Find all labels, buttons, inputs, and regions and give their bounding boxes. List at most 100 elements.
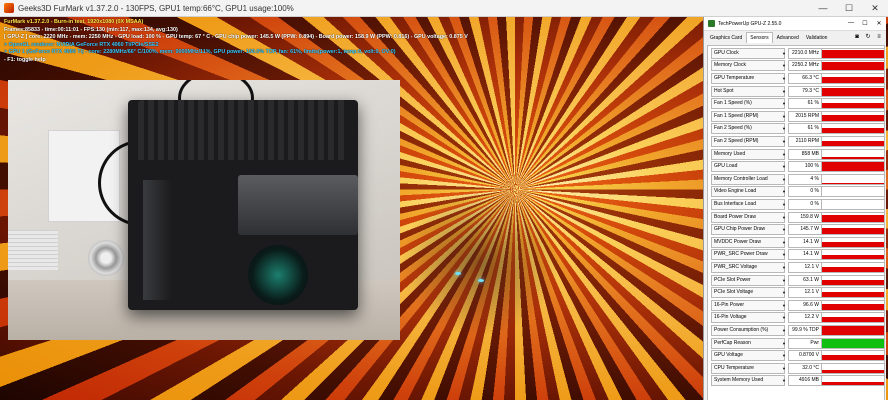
- sensor-label: Fan 1 Speed (%): [711, 98, 785, 110]
- sensor-value: 61 %: [788, 98, 822, 110]
- sensor-value: 96.6 W: [788, 299, 822, 311]
- sensor-value: 100 %: [788, 161, 822, 173]
- gpuz-close-button[interactable]: ✕: [872, 20, 886, 27]
- sensor-value: 61 %: [788, 123, 822, 135]
- menu-icon[interactable]: ≡: [875, 34, 883, 41]
- refresh-icon[interactable]: ↻: [864, 34, 872, 41]
- sensor-label: Hot Spot: [711, 85, 785, 97]
- tab-graphics-card[interactable]: Graphics Card: [707, 33, 745, 43]
- aio-pump-head: [248, 245, 308, 305]
- gpuz-window: TechPowerUp GPU-Z 2.55.0 — ☐ ✕ Graphics …: [703, 17, 886, 400]
- chevron-down-icon[interactable]: ▼: [782, 225, 786, 234]
- sensor-label: GPU Chip Power Draw: [711, 224, 785, 236]
- chevron-down-icon[interactable]: ▼: [782, 49, 786, 58]
- osd-line: > GPU 1 (GeForce RTX 4060 Ti) - core: 22…: [4, 49, 396, 56]
- sensor-value: 2015 RPM: [788, 110, 822, 122]
- case-top-grille: [138, 100, 348, 160]
- sensor-graph: [821, 350, 885, 362]
- chevron-down-icon[interactable]: ▼: [782, 213, 786, 222]
- sensor-graph: [821, 173, 885, 185]
- sensor-graph-fill: [822, 354, 884, 361]
- sensor-graph-fill: [822, 88, 884, 96]
- chevron-down-icon[interactable]: ▼: [782, 175, 786, 184]
- camera-icon[interactable]: ◙: [853, 34, 861, 41]
- minimize-button[interactable]: —: [810, 0, 836, 16]
- maximize-button[interactable]: ☐: [836, 0, 862, 16]
- sensor-label: CPU Temperature: [711, 362, 785, 374]
- gpuz-minimize-button[interactable]: —: [844, 20, 858, 27]
- sensor-value: 99.9 % TDP: [788, 324, 822, 336]
- sensor-label: PCIe Slot Voltage: [711, 287, 785, 299]
- chevron-down-icon[interactable]: ▼: [782, 137, 786, 146]
- sensor-row: PWR_SRC Power Draw ▼ 14.1 W: [708, 249, 885, 262]
- creature-eye: [478, 279, 484, 282]
- sensor-graph-fill: [822, 242, 884, 247]
- chevron-down-icon[interactable]: ▼: [782, 124, 786, 133]
- sensor-graph: [821, 324, 885, 336]
- sensor-graph-fill: [822, 317, 884, 323]
- sensor-row: Memory Clock ▼ 2250.2 MHz: [708, 60, 885, 73]
- chevron-down-icon[interactable]: ▼: [782, 313, 786, 322]
- sensor-row: Power Consumption (%) ▼ 99.9 % TDP: [708, 324, 885, 337]
- sensor-graph: [821, 98, 885, 110]
- chevron-down-icon[interactable]: ▼: [782, 326, 786, 335]
- window-controls: — ☐ ✕: [810, 0, 888, 16]
- sensor-graph-fill: [822, 102, 884, 109]
- chevron-down-icon[interactable]: ▼: [782, 351, 786, 360]
- sensor-graph: [821, 236, 885, 248]
- chevron-down-icon[interactable]: ▼: [782, 301, 786, 310]
- gpuz-maximize-button[interactable]: ☐: [858, 20, 872, 27]
- chevron-down-icon[interactable]: ▼: [782, 238, 786, 247]
- sensor-value: 2250.2 MHz: [788, 60, 822, 72]
- chevron-down-icon[interactable]: ▼: [782, 150, 786, 159]
- sensor-label: System Memory Used: [711, 375, 785, 387]
- chevron-down-icon[interactable]: ▼: [782, 376, 786, 385]
- sensor-value: 12.1 V: [788, 261, 822, 273]
- close-button[interactable]: ✕: [862, 0, 888, 16]
- sensor-value: 159.8 W: [788, 211, 822, 223]
- chevron-down-icon[interactable]: ▼: [782, 74, 786, 83]
- chevron-down-icon[interactable]: ▼: [782, 87, 786, 96]
- sensor-value: 858 MB: [788, 148, 822, 160]
- sensor-graph: [821, 261, 885, 273]
- sensor-label: Fan 2 Speed (%): [711, 123, 785, 135]
- sensor-graph: [821, 362, 885, 374]
- sensor-graph: [821, 85, 885, 97]
- tab-sensors[interactable]: Sensors: [746, 32, 773, 43]
- chevron-down-icon[interactable]: ▼: [782, 99, 786, 108]
- chevron-down-icon[interactable]: ▼: [782, 276, 786, 285]
- sensor-row: CPU Temperature ▼ 32.0 °C: [708, 362, 885, 375]
- sensor-label: PerfCap Reason: [711, 337, 785, 349]
- sensor-graph-fill: [822, 338, 884, 348]
- chevron-down-icon[interactable]: ▼: [782, 187, 786, 196]
- tab-advanced[interactable]: Advanced: [774, 33, 802, 43]
- sensor-value: 0 %: [788, 198, 822, 210]
- pc-photo: [8, 80, 400, 340]
- chevron-down-icon[interactable]: ▼: [782, 200, 786, 209]
- gpuz-title-bar[interactable]: TechPowerUp GPU-Z 2.55.0 — ☐ ✕: [704, 17, 886, 31]
- tab-validation[interactable]: Validation: [803, 33, 831, 43]
- chevron-down-icon[interactable]: ▼: [782, 339, 786, 348]
- sensor-graph: [821, 224, 885, 236]
- chevron-down-icon[interactable]: ▼: [782, 288, 786, 297]
- sensor-row: Fan 2 Speed (%) ▼ 61 %: [708, 123, 885, 136]
- chevron-down-icon[interactable]: ▼: [782, 112, 786, 121]
- sensor-label: Memory Used: [711, 148, 785, 160]
- optical-disc: [88, 240, 124, 276]
- sensor-value: 79.3 °C: [788, 85, 822, 97]
- sensor-label: GPU Load: [711, 161, 785, 173]
- chevron-down-icon[interactable]: ▼: [782, 364, 786, 373]
- sensor-graph: [821, 312, 885, 324]
- chevron-down-icon[interactable]: ▼: [782, 162, 786, 171]
- sensor-label: PCIe Slot Power: [711, 274, 785, 286]
- chevron-down-icon[interactable]: ▼: [782, 61, 786, 70]
- sensor-graph-fill: [822, 382, 884, 386]
- title-bar[interactable]: Geeks3D FurMark v1.37.2.0 - 130FPS, GPU1…: [0, 0, 888, 17]
- chevron-down-icon[interactable]: ▼: [782, 263, 786, 272]
- chevron-down-icon[interactable]: ▼: [782, 250, 786, 259]
- gpuz-title: TechPowerUp GPU-Z 2.55.0: [718, 20, 782, 27]
- furmark-osd: FurMark v1.37.2.0 - Burn-in test, 1920x1…: [4, 19, 468, 65]
- sensor-row: Memory Controller Load ▼ 4 %: [708, 173, 885, 186]
- sensor-value: 0 %: [788, 186, 822, 198]
- osd-line: - F1: toggle help: [4, 56, 46, 63]
